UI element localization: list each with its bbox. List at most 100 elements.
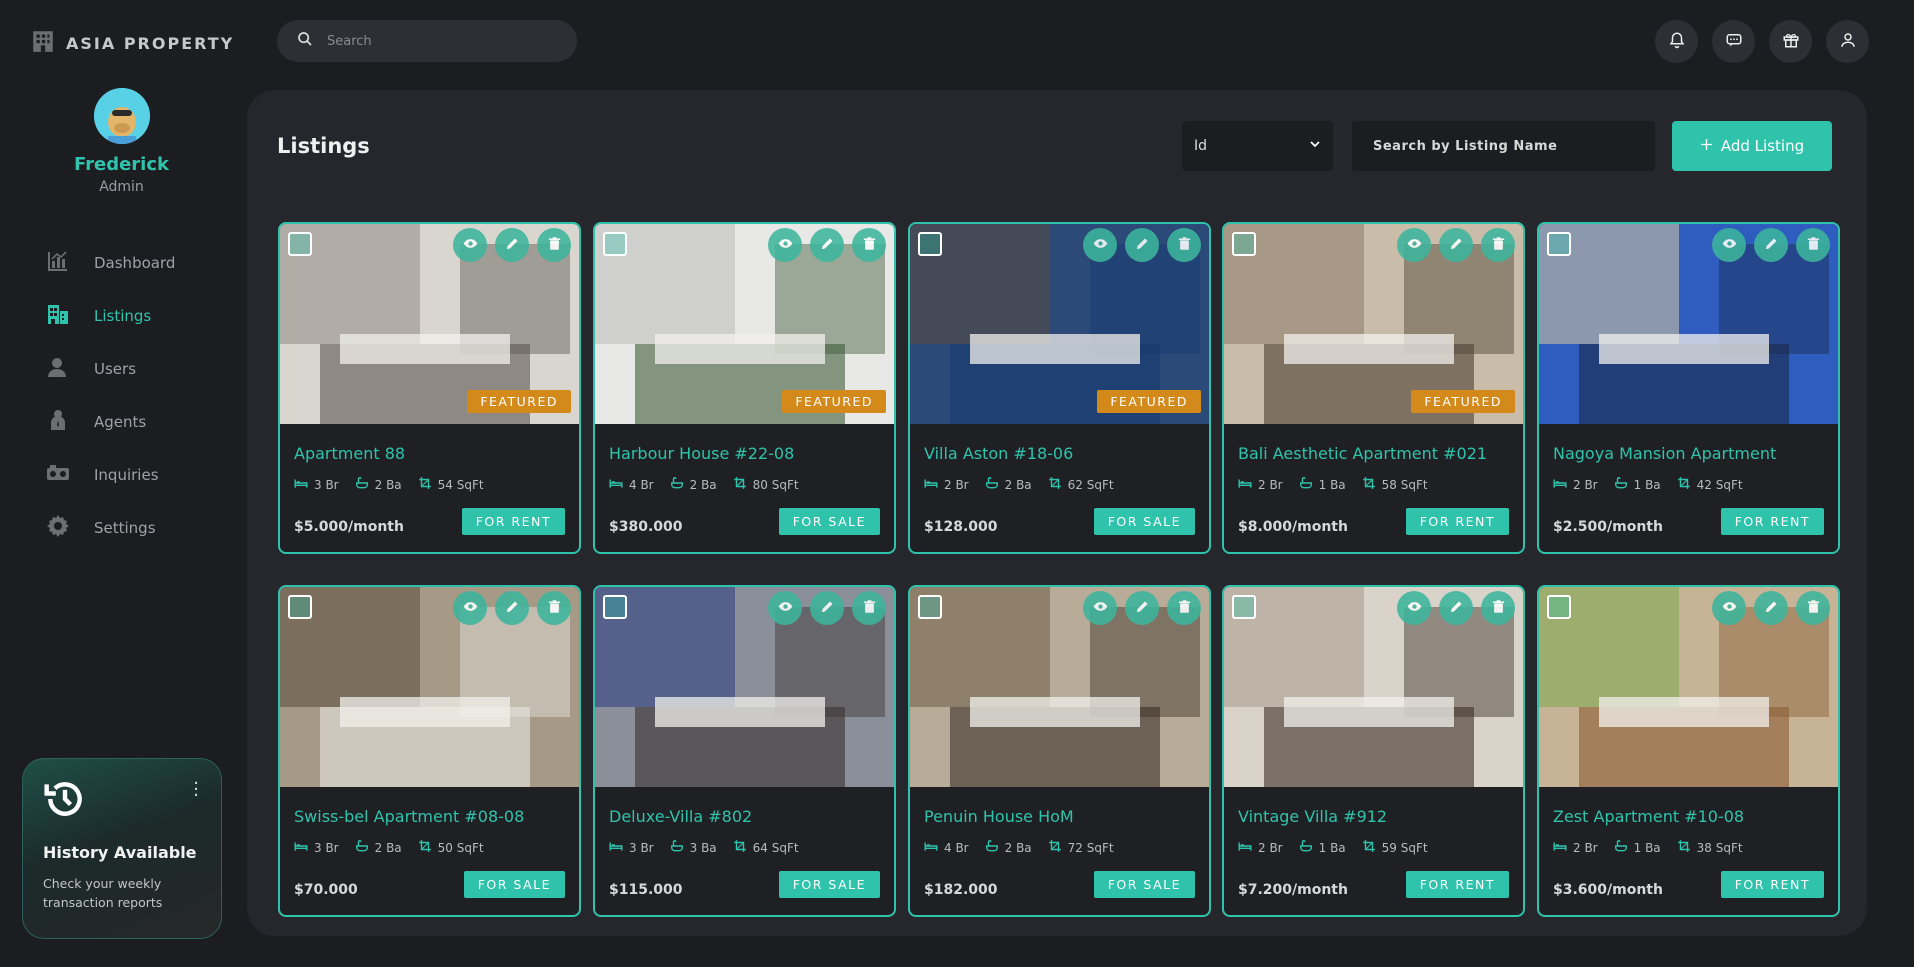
view-button[interactable]	[1712, 228, 1746, 262]
select-checkbox[interactable]	[1547, 595, 1571, 619]
status-badge[interactable]: FOR RENT	[1720, 871, 1824, 898]
listing-card[interactable]: Nagoya Mansion Apartment 2 Br 1 Ba 42 Sq…	[1537, 222, 1840, 554]
search-input[interactable]	[327, 33, 547, 49]
view-button[interactable]	[1397, 228, 1431, 262]
listing-title[interactable]: Vintage Villa #912	[1238, 807, 1387, 826]
sort-select[interactable]: Id	[1182, 121, 1333, 171]
delete-button[interactable]	[537, 228, 571, 262]
listing-title[interactable]: Harbour House #22-08	[609, 444, 794, 463]
select-checkbox[interactable]	[1547, 232, 1571, 256]
listing-title[interactable]: Apartment 88	[294, 444, 405, 463]
edit-button[interactable]	[1754, 591, 1788, 625]
listing-title[interactable]: Deluxe-Villa #802	[609, 807, 752, 826]
delete-button[interactable]	[1481, 228, 1515, 262]
view-button[interactable]	[768, 228, 802, 262]
select-checkbox[interactable]	[918, 232, 942, 256]
view-button[interactable]	[453, 591, 487, 625]
delete-button[interactable]	[1796, 228, 1830, 262]
sidebar-item-agents[interactable]: Agents	[46, 395, 175, 448]
status-badge[interactable]: FOR SALE	[1093, 508, 1195, 535]
listing-title[interactable]: Swiss-bel Apartment #08-08	[294, 807, 524, 826]
edit-button[interactable]	[810, 228, 844, 262]
edit-button[interactable]	[1439, 591, 1473, 625]
delete-button[interactable]	[852, 591, 886, 625]
sidebar-item-settings[interactable]: Settings	[46, 501, 175, 554]
listing-search-input[interactable]	[1373, 138, 1633, 154]
listing-card[interactable]: FEATURED Bali Aesthetic Apartment #021 2…	[1222, 222, 1525, 554]
bathrooms: 2 Ba	[1004, 840, 1032, 855]
listing-title[interactable]: Villa Aston #18-06	[924, 444, 1073, 463]
global-search[interactable]	[277, 20, 577, 62]
view-button[interactable]	[1712, 591, 1746, 625]
status-badge[interactable]: FOR SALE	[778, 871, 880, 898]
listing-card[interactable]: Penuin House HoM 4 Br 2 Ba 72 SqFt $182.…	[908, 585, 1211, 917]
gifts-button[interactable]	[1769, 20, 1812, 63]
add-listing-button[interactable]: Add Listing	[1672, 121, 1832, 171]
area-icon	[1362, 839, 1376, 856]
bedrooms: 2 Br	[1573, 477, 1598, 492]
view-button[interactable]	[1083, 228, 1117, 262]
listing-card[interactable]: FEATURED Harbour House #22-08 4 Br 2 Ba …	[593, 222, 896, 554]
select-checkbox[interactable]	[1232, 232, 1256, 256]
delete-button[interactable]	[537, 591, 571, 625]
listing-card[interactable]: Deluxe-Villa #802 3 Br 3 Ba 64 SqFt $115…	[593, 585, 896, 917]
delete-button[interactable]	[1167, 591, 1201, 625]
edit-button[interactable]	[495, 591, 529, 625]
listing-title[interactable]: Bali Aesthetic Apartment #021	[1238, 444, 1487, 463]
sidebar-item-listings[interactable]: Listings	[46, 289, 175, 342]
listing-card[interactable]: Vintage Villa #912 2 Br 1 Ba 59 SqFt $7.…	[1222, 585, 1525, 917]
add-listing-label: Add Listing	[1720, 137, 1805, 155]
listing-price: $8.000/month	[1238, 519, 1348, 535]
sidebar-item-users[interactable]: Users	[46, 342, 175, 395]
edit-button[interactable]	[1754, 228, 1788, 262]
edit-button[interactable]	[810, 591, 844, 625]
account-button[interactable]	[1826, 20, 1869, 63]
view-button[interactable]	[453, 228, 487, 262]
listing-card[interactable]: Zest Apartment #10-08 2 Br 1 Ba 38 SqFt …	[1537, 585, 1840, 917]
select-checkbox[interactable]	[288, 595, 312, 619]
view-button[interactable]	[1397, 591, 1431, 625]
listing-card[interactable]: FEATURED Apartment 88 3 Br 2 Ba 54 SqFt …	[278, 222, 581, 554]
sidebar-item-inquiries[interactable]: Inquiries	[46, 448, 175, 501]
edit-button[interactable]	[495, 228, 529, 262]
listing-title[interactable]: Nagoya Mansion Apartment	[1553, 444, 1776, 463]
history-card[interactable]: · · · History Available Check your weekly …	[22, 758, 222, 939]
view-button[interactable]	[1083, 591, 1117, 625]
listing-search[interactable]	[1352, 121, 1655, 171]
listing-title[interactable]: Penuin House HoM	[924, 807, 1074, 826]
messages-button[interactable]	[1712, 20, 1755, 63]
listing-specs: 2 Br 2 Ba 62 SqFt	[924, 476, 1114, 493]
status-badge[interactable]: FOR RENT	[1720, 508, 1824, 535]
select-checkbox[interactable]	[603, 232, 627, 256]
bed-icon	[1553, 476, 1567, 493]
delete-button[interactable]	[1167, 228, 1201, 262]
status-badge[interactable]: FOR RENT	[461, 508, 565, 535]
bath-icon	[355, 839, 369, 856]
select-checkbox[interactable]	[918, 595, 942, 619]
view-button[interactable]	[768, 591, 802, 625]
edit-button[interactable]	[1125, 591, 1159, 625]
sidebar-nav: Dashboard Listings Users Agents Inquirie…	[46, 236, 175, 554]
sidebar-item-label: Settings	[94, 518, 156, 537]
delete-button[interactable]	[1481, 591, 1515, 625]
listing-title[interactable]: Zest Apartment #10-08	[1553, 807, 1744, 826]
sidebar-item-dashboard[interactable]: Dashboard	[46, 236, 175, 289]
more-options-icon[interactable]: · · ·	[193, 775, 199, 805]
select-checkbox[interactable]	[1232, 595, 1256, 619]
status-badge[interactable]: FOR SALE	[778, 508, 880, 535]
status-badge[interactable]: FOR RENT	[1405, 508, 1509, 535]
avatar[interactable]	[93, 88, 150, 144]
status-badge[interactable]: FOR SALE	[1093, 871, 1195, 898]
delete-button[interactable]	[852, 228, 886, 262]
edit-button[interactable]	[1125, 228, 1159, 262]
status-badge[interactable]: FOR SALE	[463, 871, 565, 898]
listing-card[interactable]: Swiss-bel Apartment #08-08 3 Br 2 Ba 50 …	[278, 585, 581, 917]
delete-button[interactable]	[1796, 591, 1830, 625]
status-badge[interactable]: FOR RENT	[1405, 871, 1509, 898]
select-checkbox[interactable]	[288, 232, 312, 256]
notifications-button[interactable]	[1655, 20, 1698, 63]
brand[interactable]: ASIA PROPERTY	[30, 28, 234, 58]
edit-button[interactable]	[1439, 228, 1473, 262]
select-checkbox[interactable]	[603, 595, 627, 619]
listing-card[interactable]: FEATURED Villa Aston #18-06 2 Br 2 Ba 62…	[908, 222, 1211, 554]
